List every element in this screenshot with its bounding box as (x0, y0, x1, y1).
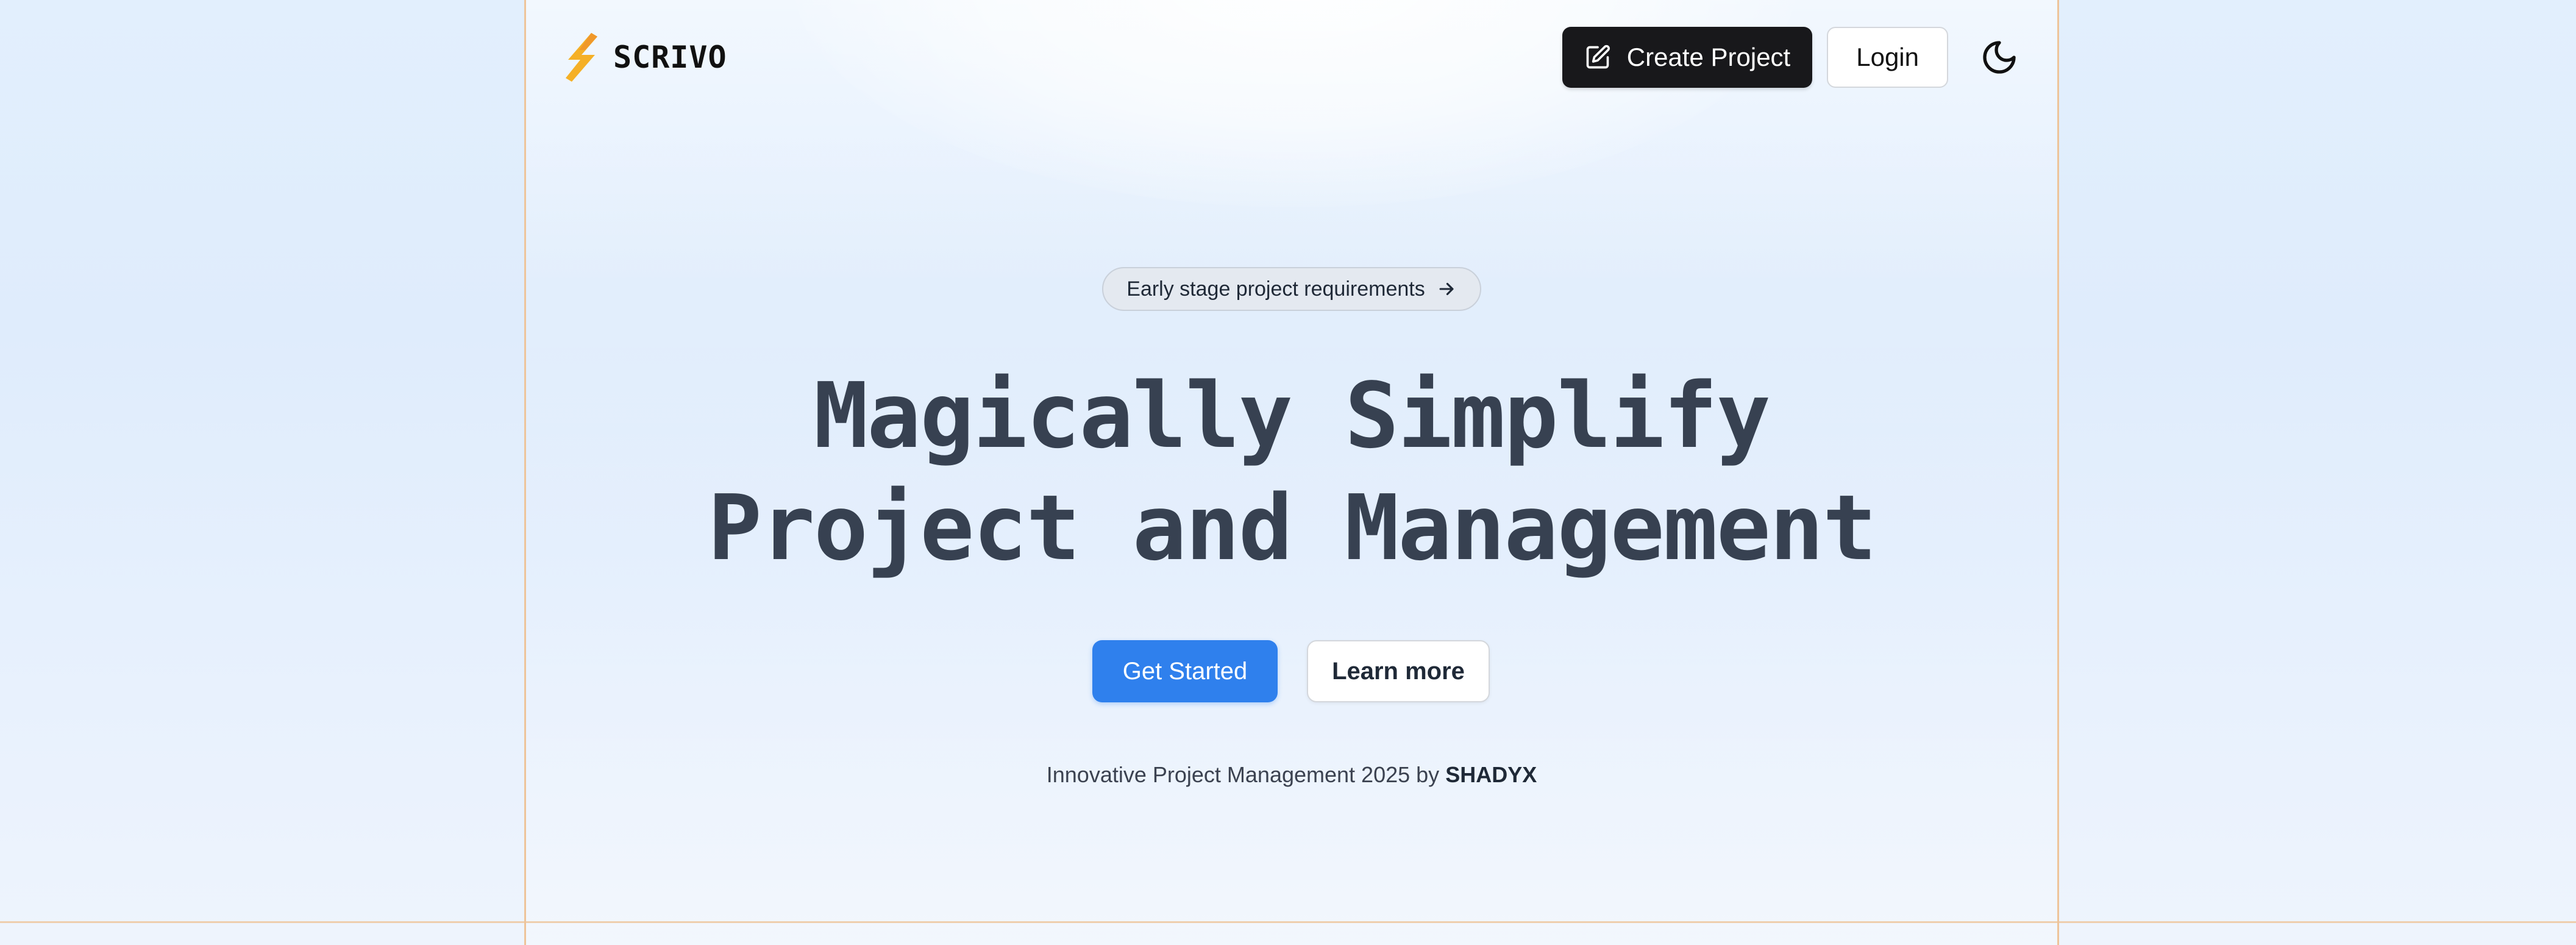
lightning-logo-icon (566, 33, 597, 82)
announcement-badge-label: Early stage project requirements (1126, 277, 1425, 301)
brand-name: SCRIVO (613, 40, 727, 75)
get-started-label: Get Started (1122, 657, 1248, 685)
credit-text: Innovative Project Management 2025 by SH… (524, 762, 2059, 788)
hero-headline: Magically Simplify Project and Managemen… (524, 360, 2059, 584)
get-started-button[interactable]: Get Started (1092, 640, 1278, 702)
learn-more-label: Learn more (1332, 657, 1465, 685)
credit-label: Innovative Project Management 2025 by (1046, 762, 1440, 787)
announcement-badge[interactable]: Early stage project requirements (1102, 267, 1481, 311)
hero-actions: Get Started Learn more (1092, 640, 1490, 702)
learn-more-button[interactable]: Learn more (1307, 640, 1490, 702)
brand-logo[interactable]: SCRIVO (561, 32, 727, 83)
arrow-right-icon (1439, 282, 1454, 296)
section-divider (0, 921, 2576, 923)
edit-icon (1586, 45, 1610, 69)
hero-headline-line2: Project and Management (707, 476, 1877, 580)
theme-toggle-button[interactable] (1969, 27, 2030, 88)
create-project-label: Create Project (1626, 43, 1791, 71)
credit-author: SHADYX (1445, 762, 1537, 787)
hero-headline-line1: Magically Simplify (814, 363, 1771, 468)
create-project-button[interactable]: Create Project (1562, 27, 1813, 88)
moon-icon (1983, 41, 2016, 74)
header-actions: Create Project Login (1562, 27, 2030, 88)
login-label: Login (1856, 43, 1919, 71)
login-button[interactable]: Login (1827, 27, 1948, 88)
